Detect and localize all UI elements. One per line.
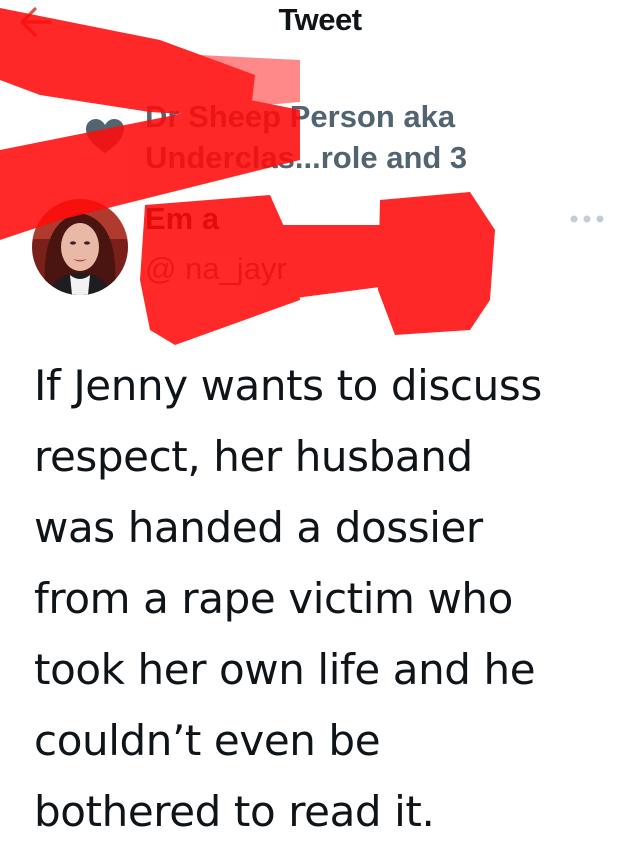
author-name[interactable]: Em a	[145, 199, 219, 239]
page-title: Tweet	[278, 2, 362, 37]
tweet-text: If Jenny wants to discuss respect, her h…	[34, 361, 542, 836]
avatar[interactable]	[32, 199, 128, 295]
more-button[interactable]	[563, 208, 611, 230]
profile-photo	[32, 199, 128, 295]
author-handle[interactable]: @ na_jayr	[145, 249, 287, 289]
top-bar: Tweet	[0, 0, 640, 50]
more-horizontal-icon	[570, 215, 604, 223]
liked-by-text: Dr Sheep Person aka Underclas...role and…	[145, 99, 468, 175]
heart-icon	[86, 119, 124, 153]
